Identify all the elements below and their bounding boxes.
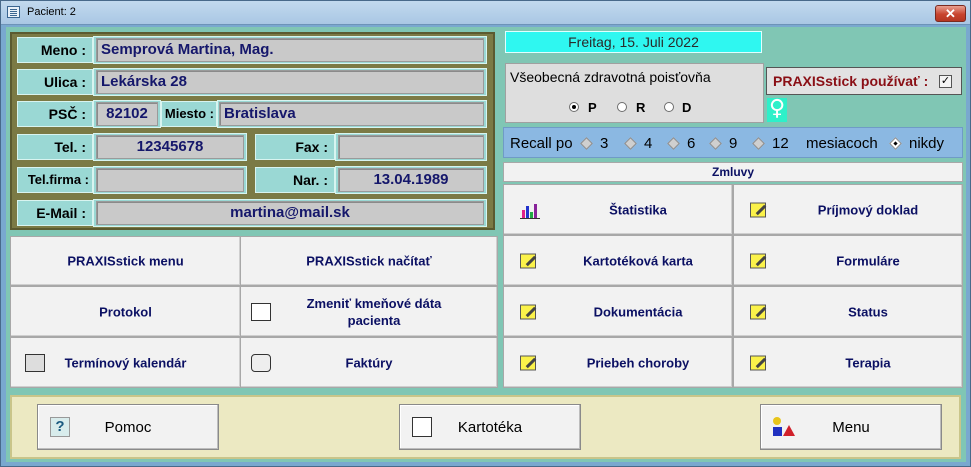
birth-label: Nar. :	[255, 167, 335, 193]
praxis-menu-label: PRAXISstick menu	[67, 253, 184, 269]
female-icon: ♀	[767, 96, 787, 122]
zip-label: PSČ :	[17, 101, 93, 127]
city-field[interactable]: Bratislava	[219, 102, 484, 126]
street-field[interactable]: Lekárska 28	[96, 70, 484, 94]
phone-label: Tel. :	[17, 134, 93, 160]
menu-button[interactable]: Menu	[760, 404, 942, 450]
insurer-radio-d-label: D	[682, 100, 692, 115]
pencil-icon	[750, 304, 766, 319]
change-data-label: Zmeniť kmeňové dáta pacienta	[306, 295, 442, 328]
recall-option-12-label: 12	[772, 135, 789, 152]
pencil-icon	[520, 355, 536, 370]
client-area: Meno : Semprová Martina, Mag. Ulica : Le…	[6, 27, 966, 462]
birth-date-field[interactable]: 13.04.1989	[338, 168, 484, 192]
course-label: Priebeh choroby	[586, 355, 690, 370]
recall-unit: mesiacoch	[806, 135, 878, 152]
insurer-group: Všeobecná zdravotná poisťovňa P R D	[505, 63, 764, 123]
praxis-toggle-label: PRAXISstick používať :	[773, 73, 929, 89]
statistics-label: Štatistika	[609, 202, 667, 217]
phone-field[interactable]: 12345678	[96, 135, 244, 159]
recall-option-3-label: 3	[600, 135, 609, 152]
street-label: Ulica :	[17, 69, 93, 95]
pencil-icon	[750, 202, 766, 217]
statistics-button[interactable]: Štatistika	[503, 184, 733, 235]
recall-option-never[interactable]	[889, 137, 902, 150]
insurer-name: Všeobecná zdravotná poisťovňa	[510, 69, 711, 85]
card-label: Kartotéková karta	[583, 253, 693, 268]
change-data-button[interactable]: Zmeniť kmeňové dáta pacienta	[240, 286, 498, 337]
app-window: Pacient: 2 ✕ Meno : Semprová Martina, Ma…	[0, 0, 971, 467]
recall-option-9-label: 9	[729, 135, 738, 152]
protocol-label: Protokol	[99, 304, 152, 319]
invoices-button[interactable]: Faktúry	[240, 337, 498, 388]
documentation-label: Dokumentácia	[593, 304, 683, 319]
help-label: Pomoc	[104, 419, 152, 436]
recall-option-6-label: 6	[687, 135, 696, 152]
close-button[interactable]: ✕	[935, 5, 966, 22]
files-label: Kartotéka	[457, 419, 523, 436]
zip-field[interactable]: 82102	[96, 102, 158, 126]
edit-record-icon	[251, 302, 271, 321]
calendar-icon	[25, 353, 45, 372]
bar-chart-icon	[520, 201, 540, 219]
praxis-toggle: PRAXISstick používať : ✓	[766, 67, 962, 95]
therapy-label: Terapia	[845, 355, 891, 370]
email-field[interactable]: martina@mail.sk	[96, 201, 484, 225]
insurer-radio-r-label: R	[636, 100, 646, 115]
recall-option-9[interactable]	[709, 137, 722, 150]
title-bar: Pacient: 2 ✕	[1, 1, 970, 25]
window-title: Pacient: 2	[27, 6, 76, 18]
recall-option-4-label: 4	[644, 135, 653, 152]
praxis-load-label: PRAXISstick načítať	[306, 253, 432, 269]
work-phone-field[interactable]	[96, 168, 244, 192]
insurer-radio-p-label: P	[588, 100, 597, 115]
card-button[interactable]: Kartotéková karta	[503, 235, 733, 286]
pencil-icon	[520, 253, 536, 268]
status-label: Status	[848, 304, 888, 319]
calendar-button[interactable]: Termínový kalendár	[10, 337, 241, 388]
patient-info-panel: Meno : Semprová Martina, Mag. Ulica : Le…	[10, 32, 495, 230]
menu-label: Menu	[832, 419, 870, 436]
help-button[interactable]: ? Pomoc	[37, 404, 219, 450]
pencil-icon	[750, 355, 766, 370]
forms-button[interactable]: Formuláre	[733, 235, 963, 286]
insurer-radio-p[interactable]	[569, 102, 579, 112]
course-button[interactable]: Priebeh choroby	[503, 337, 733, 388]
city-label: Miesto :	[161, 101, 217, 127]
praxis-load-button[interactable]: PRAXISstick načítať	[240, 236, 498, 286]
window-icon	[7, 6, 20, 18]
insurer-radio-d[interactable]	[664, 102, 674, 112]
documentation-button[interactable]: Dokumentácia	[503, 286, 733, 337]
praxis-checkbox[interactable]: ✓	[939, 75, 952, 88]
bottom-toolbar: ? Pomoc Kartotéka Menu	[10, 395, 961, 459]
recall-option-never-label: nikdy	[909, 135, 945, 152]
name-label: Meno :	[17, 37, 93, 63]
recall-option-4[interactable]	[624, 137, 637, 150]
receipt-button[interactable]: Príjmový doklad	[733, 184, 963, 235]
invoices-label: Faktúry	[345, 355, 393, 370]
recall-option-12[interactable]	[752, 137, 765, 150]
recall-group: Recall po 3 4 6 9 12 mesiacoch nikdy	[503, 127, 963, 158]
current-date: Freitag, 15. Juli 2022	[505, 31, 762, 53]
name-field[interactable]: Semprová Martina, Mag.	[96, 38, 484, 62]
recall-label: Recall po	[510, 135, 573, 152]
protocol-button[interactable]: Protokol	[10, 286, 241, 337]
recall-option-6[interactable]	[667, 137, 680, 150]
pencil-icon	[520, 304, 536, 319]
pencil-icon	[750, 253, 766, 268]
files-button[interactable]: Kartotéka	[399, 404, 581, 450]
fax-field[interactable]	[338, 135, 484, 159]
fax-label: Fax :	[255, 134, 335, 160]
forms-label: Formuláre	[836, 253, 900, 268]
calendar-label: Termínový kalendár	[64, 355, 187, 370]
email-label: E-Mail :	[17, 200, 93, 226]
recall-option-3[interactable]	[580, 137, 593, 150]
therapy-button[interactable]: Terapia	[733, 337, 963, 388]
praxis-menu-button[interactable]: PRAXISstick menu	[10, 236, 241, 286]
contracts-header: Zmluvy	[503, 162, 963, 182]
receipt-label: Príjmový doklad	[817, 202, 919, 217]
work-phone-label: Tel.firma :	[17, 167, 93, 193]
status-button[interactable]: Status	[733, 286, 963, 337]
insurer-radio-r[interactable]	[617, 102, 627, 112]
